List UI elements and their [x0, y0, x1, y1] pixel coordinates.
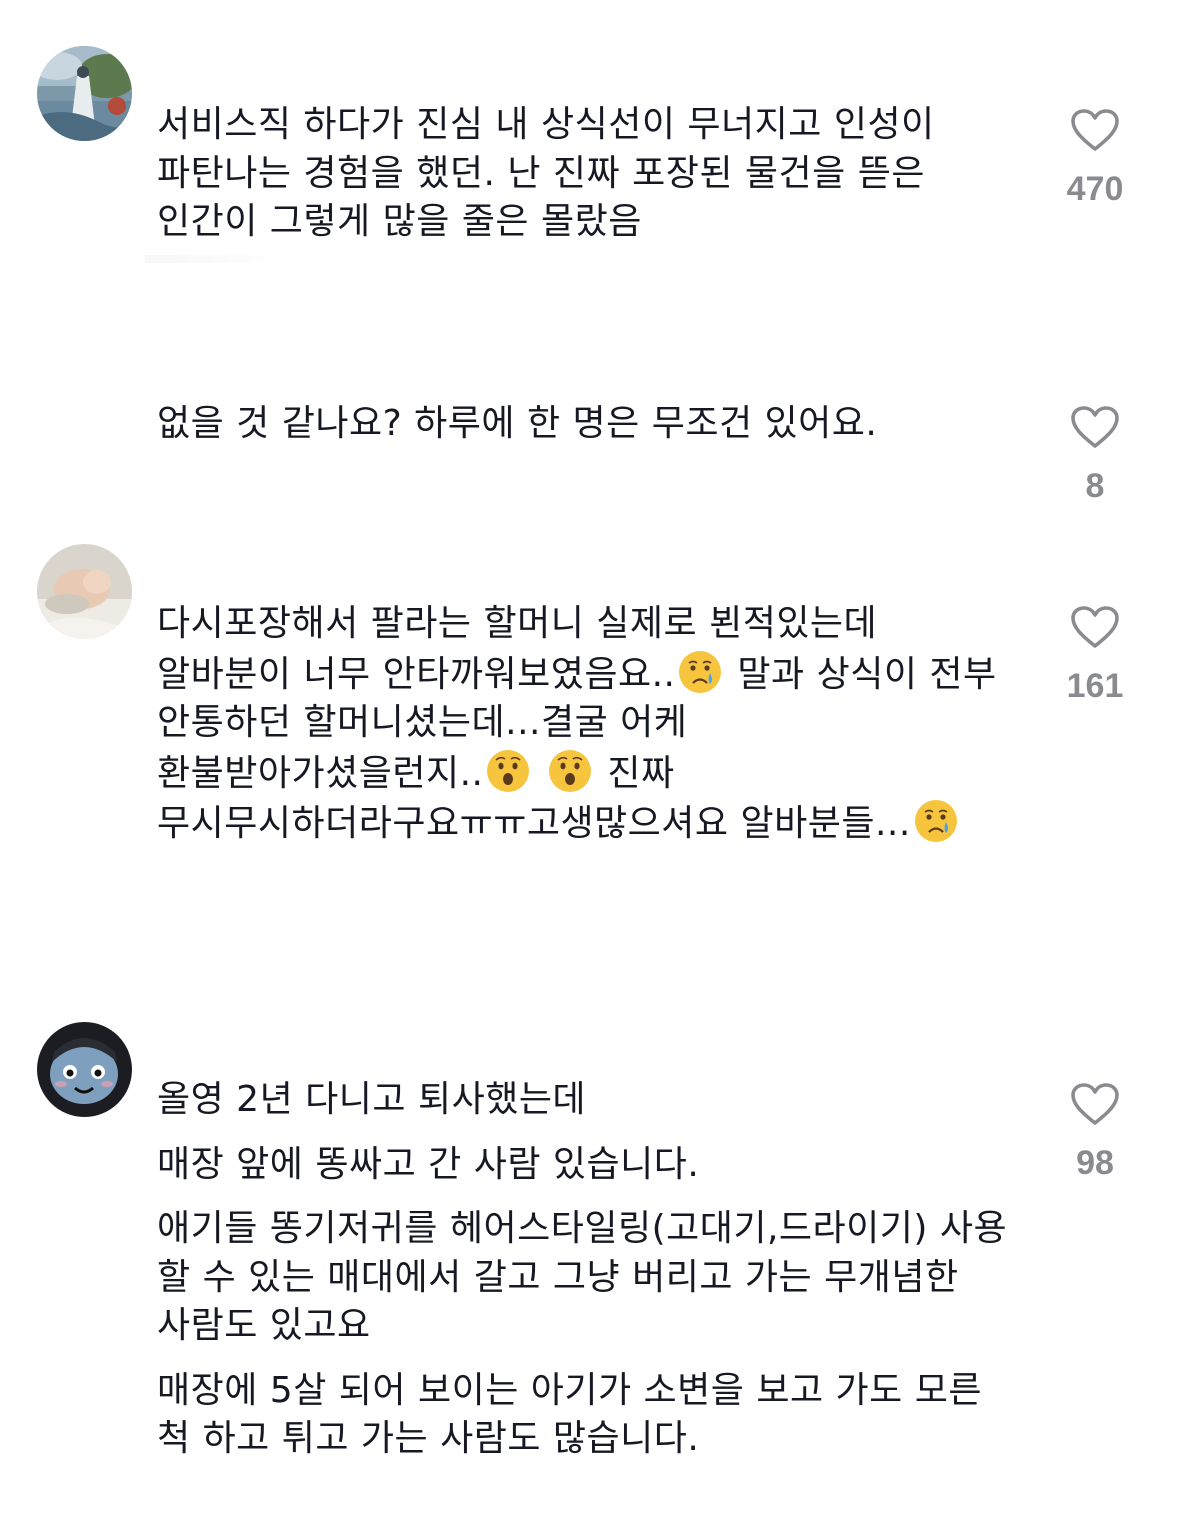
comment-paragraph: 매장 앞에 똥싸고 간 사람 있습니다. [157, 1143, 700, 1185]
cartoon-face-avatar-image [37, 1022, 132, 1117]
heart-icon[interactable] [1070, 405, 1120, 449]
comment-paragraph: 다시포장해서 팔라는 할머니 실제로 뵌적있는데 알바분이 너무 안타까워보였음… [157, 600, 1017, 849]
comment-paragraph: 없을 것 같나요? 하루에 한 명은 무조건 있어요. [157, 403, 878, 444]
comment-paragraph: 올영 2년 다니고 퇴사했는데 [157, 1079, 587, 1120]
like-count: 8 [1085, 467, 1105, 505]
like-button[interactable]: 8 [1044, 405, 1146, 506]
avatar[interactable] [37, 544, 132, 639]
landscape-painting-avatar-image [37, 46, 132, 141]
comment-paragraph: 매장에 5살 되어 보이는 아기가 소변을 보고 가도 모른 척 하고 튀고 가… [157, 1369, 982, 1460]
comment-text-segment [533, 753, 545, 794]
like-count: 98 [1076, 1144, 1114, 1182]
like-count: 470 [1066, 170, 1124, 208]
heart-icon[interactable] [1070, 108, 1120, 152]
heart-icon[interactable] [1070, 605, 1120, 649]
like-button[interactable]: 98 [1044, 1082, 1146, 1183]
comment-paragraph: 애기들 똥기저귀를 헤어스타일링(고대기,드라이기) 사용 할 수 있는 매대에… [157, 1208, 1008, 1346]
heart-icon[interactable] [1070, 1082, 1120, 1126]
baby-hand-avatar-image [37, 544, 132, 639]
surprised-face-emoji [547, 748, 593, 794]
crying-face-emoji [913, 798, 959, 844]
avatar[interactable] [37, 1022, 132, 1117]
avatar[interactable] [37, 46, 132, 141]
like-button[interactable]: 161 [1044, 605, 1146, 706]
crying-face-emoji [677, 649, 723, 695]
comment-text: 올영 2년 다니고 퇴사했는데 매장 앞에 똥싸고 간 사람 있습니다. 애기들… [157, 1076, 1017, 1464]
comment-text: 없을 것 같나요? 하루에 한 명은 무조건 있어요. [157, 400, 1017, 449]
like-button[interactable]: 470 [1044, 108, 1146, 209]
comment-paragraph: 서비스직 하다가 진심 내 상식선이 무너지고 인성이 파탄나는 경험을 했던.… [157, 104, 935, 242]
faded-divider [145, 255, 295, 263]
surprised-face-emoji [485, 748, 531, 794]
like-count: 161 [1066, 667, 1124, 705]
comment-text: 서비스직 하다가 진심 내 상식선이 무너지고 인성이 파탄나는 경험을 했던.… [157, 101, 1017, 247]
comment-text: 다시포장해서 팔라는 할머니 실제로 뵌적있는데 알바분이 너무 안타까워보였음… [157, 600, 1017, 849]
